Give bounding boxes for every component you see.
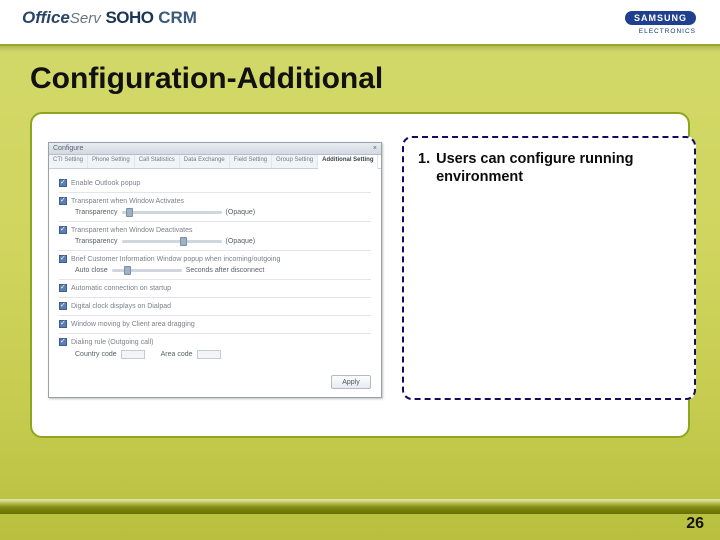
auto-close-row: Auto close Seconds after disconnect xyxy=(59,267,371,274)
area-code-input[interactable] xyxy=(197,350,221,359)
trans-deactivate-slider-row: Transparency (Opaque) xyxy=(59,238,371,245)
logo-officeserv: OfficeServ SOHO CRM xyxy=(22,8,197,28)
checkbox-icon[interactable] xyxy=(59,197,67,205)
country-code-input[interactable] xyxy=(121,350,145,359)
divider xyxy=(59,297,371,298)
divider xyxy=(59,250,371,251)
country-code-label: Country code xyxy=(75,351,117,358)
opt-trans-deactivate[interactable]: Transparent when Window Deactivates xyxy=(59,226,371,234)
divider xyxy=(59,279,371,280)
checkbox-icon[interactable] xyxy=(59,320,67,328)
logo-crm: CRM xyxy=(158,8,197,27)
transparency-label: Transparency xyxy=(75,209,118,216)
slider-thumb-icon[interactable] xyxy=(126,208,133,217)
opt-label: Transparent when Window Activates xyxy=(71,198,184,205)
tab-data-exchange[interactable]: Data Exchange xyxy=(180,155,230,168)
close-icon[interactable]: × xyxy=(373,145,377,152)
slider-thumb-icon[interactable] xyxy=(180,237,187,246)
tab-cti-setting[interactable]: CTI Setting xyxy=(49,155,88,168)
divider xyxy=(59,221,371,222)
callout-box: 1. Users can configure running environme… xyxy=(402,136,696,400)
opt-brief-popup[interactable]: Brief Customer Information Window popup … xyxy=(59,255,371,263)
configure-tabs: CTI Setting Phone Setting Call Statistic… xyxy=(49,155,381,169)
opt-trans-activate[interactable]: Transparent when Window Activates xyxy=(59,197,371,205)
divider xyxy=(59,192,371,193)
trans-activate-slider-row: Transparency (Opaque) xyxy=(59,209,371,216)
transparency-label: Transparency xyxy=(75,238,118,245)
slider-track[interactable] xyxy=(112,269,182,272)
apply-button[interactable]: Apply xyxy=(331,375,371,389)
opt-auto-connect[interactable]: Automatic connection on startup xyxy=(59,284,371,292)
opt-dialing-rule[interactable]: Dialing rule (Outgoing call) xyxy=(59,338,371,346)
opt-enable-outlook[interactable]: Enable Outlook popup xyxy=(59,179,371,187)
opt-label: Dialing rule (Outgoing call) xyxy=(71,339,153,346)
logo-serv: Serv xyxy=(70,10,101,27)
logo-samsung-block: SAMSUNG ELECTRONICS xyxy=(625,8,696,35)
checkbox-icon[interactable] xyxy=(59,284,67,292)
apply-label: Apply xyxy=(342,379,360,386)
checkbox-icon[interactable] xyxy=(59,255,67,263)
opaque-label: (Opaque) xyxy=(226,209,256,216)
callout-item-1: 1. Users can configure running environme… xyxy=(418,150,684,186)
opt-label: Transparent when Window Deactivates xyxy=(71,227,193,234)
area-code-label: Area code xyxy=(161,351,193,358)
divider xyxy=(59,315,371,316)
checkbox-icon[interactable] xyxy=(59,179,67,187)
configure-title-text: Configure xyxy=(53,145,83,152)
tab-additional-setting[interactable]: Additional Setting xyxy=(318,155,378,169)
tab-field-setting[interactable]: Field Setting xyxy=(230,155,272,168)
tab-phone-setting[interactable]: Phone Setting xyxy=(88,155,135,168)
checkbox-icon[interactable] xyxy=(59,302,67,310)
divider xyxy=(59,333,371,334)
footer-strip xyxy=(0,499,720,514)
tab-call-statistics[interactable]: Call Statistics xyxy=(135,155,180,168)
opt-label: Digital clock displays on Dialpad xyxy=(71,303,171,310)
slider-thumb-icon[interactable] xyxy=(124,266,131,275)
logo-soho: SOHO xyxy=(105,8,153,27)
slider-track[interactable] xyxy=(122,240,222,243)
content-panel: Configure × CTI Setting Phone Setting Ca… xyxy=(30,112,690,438)
opt-label: Brief Customer Information Window popup … xyxy=(71,256,280,263)
auto-close-label: Auto close xyxy=(75,267,108,274)
callout-text: Users can configure running environment xyxy=(436,150,684,186)
header-underline xyxy=(0,46,720,52)
slider-track[interactable] xyxy=(122,211,222,214)
opt-label: Automatic connection on startup xyxy=(71,285,171,292)
opaque-label: (Opaque) xyxy=(226,238,256,245)
seconds-after-label: Seconds after disconnect xyxy=(186,267,265,274)
slide: OfficeServ SOHO CRM SAMSUNG ELECTRONICS … xyxy=(0,0,720,540)
opt-digital-clock[interactable]: Digital clock displays on Dialpad xyxy=(59,302,371,310)
configure-window: Configure × CTI Setting Phone Setting Ca… xyxy=(48,142,382,398)
logo-office: Office xyxy=(22,8,70,27)
page-title: Configuration-Additional xyxy=(30,62,383,96)
callout-num: 1. xyxy=(418,150,430,186)
dialing-rule-row: Country code Area code xyxy=(59,350,371,359)
opt-label: Window moving by Client area dragging xyxy=(71,321,195,328)
opt-label: Enable Outlook popup xyxy=(71,180,140,187)
opt-dragging[interactable]: Window moving by Client area dragging xyxy=(59,320,371,328)
tab-group-setting[interactable]: Group Setting xyxy=(272,155,318,168)
logo-samsung: SAMSUNG xyxy=(625,11,696,25)
page-number: 26 xyxy=(686,515,704,533)
header-strip: OfficeServ SOHO CRM SAMSUNG ELECTRONICS xyxy=(0,0,720,46)
checkbox-icon[interactable] xyxy=(59,338,67,346)
checkbox-icon[interactable] xyxy=(59,226,67,234)
configure-titlebar: Configure × xyxy=(49,143,381,155)
logo-electronics: ELECTRONICS xyxy=(625,28,696,35)
configure-body: Enable Outlook popup Transparent when Wi… xyxy=(49,169,381,363)
